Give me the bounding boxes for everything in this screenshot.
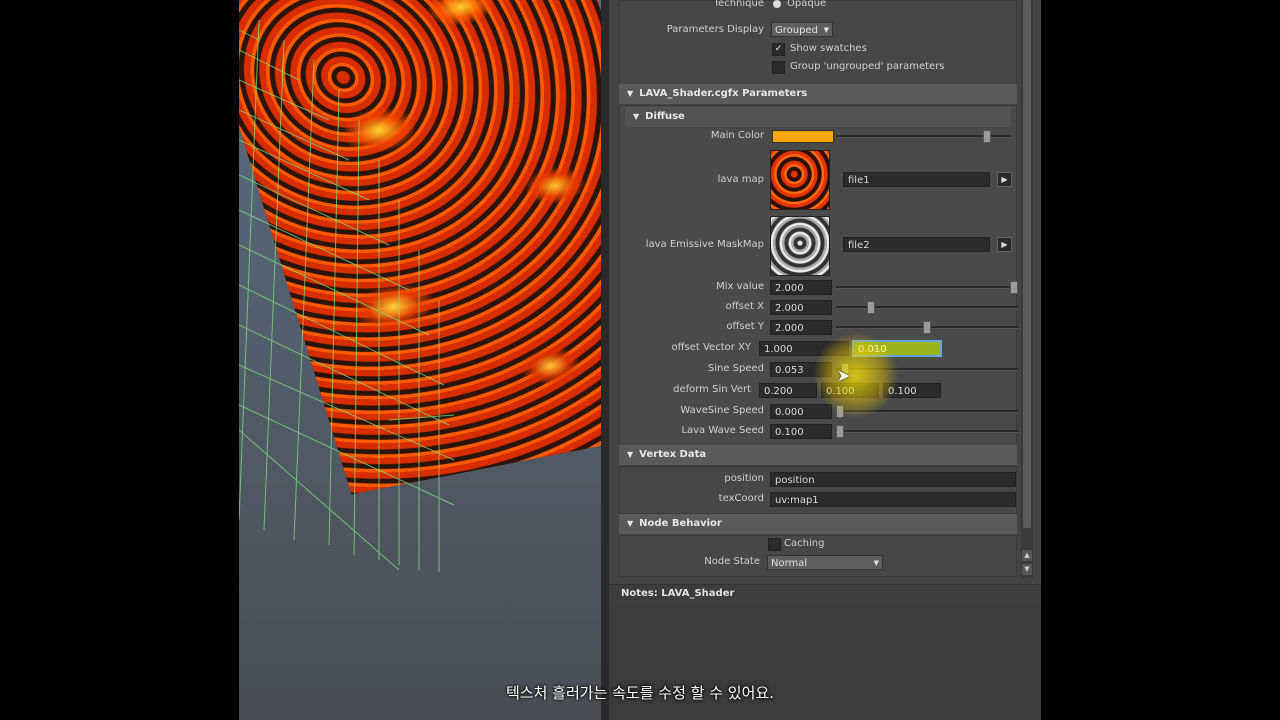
lava-map-file-field[interactable]: file1 [843, 172, 990, 187]
lava-wave-seed-slider-knob[interactable] [836, 425, 844, 438]
panel-splitter[interactable] [601, 0, 609, 720]
node-state-value: Normal [771, 558, 808, 569]
offset-x-label: offset X [725, 301, 764, 312]
chevron-down-icon: ▼ [873, 559, 879, 567]
offset-vector-x-field[interactable]: 1.000 [759, 341, 849, 356]
mix-value-label: Mix value [716, 281, 764, 292]
video-subtitle: 텍스처 흘러가는 속도를 수정 할 수 있어요. [506, 684, 774, 702]
deform-sin-vert-label: deform Sin Vert [673, 384, 751, 395]
technique-value: Opaque [787, 0, 827, 9]
lava-map-label: lava map [717, 174, 764, 185]
deform-sin-vert-b-field[interactable]: 0.100 [821, 383, 879, 398]
chevron-down-icon: ▼ [823, 26, 829, 34]
offset-vector-y-field[interactable]: 0.010 [852, 340, 942, 357]
texcoord-label: texCoord [718, 493, 764, 504]
main-color-swatch[interactable] [772, 130, 834, 143]
params-display-value: Grouped [775, 25, 818, 36]
emissive-map-file-field[interactable]: file2 [843, 237, 990, 252]
main-color-slider-knob[interactable] [982, 130, 991, 143]
mouse-cursor-icon: ➤ [837, 366, 851, 385]
collapse-arrow-icon: ▼ [627, 450, 634, 459]
section-diffuse-title: Diffuse [645, 111, 685, 122]
technique-radio[interactable] [773, 0, 781, 8]
map-button-icon[interactable]: ▶ [997, 237, 1012, 252]
caching-checkbox[interactable] [768, 538, 781, 551]
texcoord-field[interactable]: uv:map1 [770, 492, 1016, 507]
notes-title: Notes: LAVA_Shader [621, 588, 735, 599]
section-node-behavior-title: Node Behavior [639, 518, 722, 529]
show-swatches-checkbox[interactable]: ✓ [772, 43, 785, 56]
wavesine-speed-label: WaveSine Speed [680, 405, 764, 416]
wavesine-speed-field[interactable]: 0.000 [770, 404, 832, 419]
sine-speed-label: Sine Speed [707, 363, 764, 374]
emissive-map-thumbnail[interactable] [770, 216, 830, 276]
lava-wave-seed-label: Lava Wave Seed [681, 425, 764, 436]
scroll-down-icon[interactable]: ▼ [1022, 564, 1032, 575]
lava-wave-seed-field[interactable]: 0.100 [770, 424, 832, 439]
collapse-arrow-icon: ▼ [627, 89, 634, 98]
collapse-arrow-icon: ▼ [627, 519, 634, 528]
params-display-label: Parameters Display [666, 24, 764, 35]
wavesine-speed-slider[interactable] [836, 405, 1018, 418]
technique-label: Technique [713, 0, 764, 9]
mix-value-field[interactable]: 2.000 [770, 280, 832, 295]
sine-speed-slider[interactable] [836, 363, 1018, 376]
app-frame: Technique Opaque Parameters Display Grou… [239, 0, 1041, 720]
notes-header: Notes: LAVA_Shader [609, 584, 1041, 603]
offset-vector-label: offset Vector XY [671, 342, 751, 353]
mix-value-slider[interactable] [836, 281, 1018, 294]
section-vertex-data[interactable]: ▼ Vertex Data [619, 445, 1017, 465]
main-color-label: Main Color [710, 130, 764, 141]
offset-y-slider-knob[interactable] [923, 321, 931, 334]
position-field[interactable]: position [770, 472, 1016, 487]
show-swatches-label: Show swatches [790, 43, 867, 54]
offset-y-label: offset Y [726, 321, 764, 332]
deform-sin-vert-a-field[interactable]: 0.200 [759, 383, 817, 398]
scroll-up-icon[interactable]: ▲ [1022, 550, 1032, 561]
section-vertex-data-title: Vertex Data [639, 449, 707, 460]
attribute-scrollbar[interactable]: ▲ ▼ [1021, 0, 1033, 578]
lava-map-thumbnail[interactable] [770, 150, 830, 210]
mix-value-slider-knob[interactable] [1010, 281, 1018, 294]
offset-y-slider[interactable] [836, 321, 1018, 334]
attribute-content: Technique Opaque Parameters Display Grou… [619, 0, 1019, 580]
section-diffuse[interactable]: ▼ Diffuse [625, 107, 1011, 127]
emissive-map-label: lava Emissive MaskMap [645, 239, 764, 250]
section-shader-params[interactable]: ▼ LAVA_Shader.cgfx Parameters [619, 84, 1017, 104]
caching-label: Caching [784, 538, 825, 549]
position-label: position [724, 473, 764, 484]
params-display-dropdown[interactable]: Grouped ▼ [771, 22, 833, 37]
sine-speed-field[interactable]: 0.053 [770, 362, 832, 377]
section-shader-title: LAVA_Shader.cgfx Parameters [639, 88, 808, 99]
offset-x-slider-knob[interactable] [866, 301, 875, 314]
main-color-slider[interactable] [836, 130, 1011, 143]
uv-grid-overlay [239, 19, 455, 572]
attribute-editor: Technique Opaque Parameters Display Grou… [609, 0, 1041, 720]
node-state-dropdown[interactable]: Normal ▼ [767, 555, 883, 570]
group-ungrouped-label: Group 'ungrouped' parameters [790, 61, 945, 72]
section-node-behavior[interactable]: ▼ Node Behavior [619, 514, 1017, 534]
viewport-3d[interactable] [239, 0, 601, 720]
lava-wave-seed-slider[interactable] [836, 425, 1018, 438]
group-ungrouped-checkbox[interactable] [772, 61, 785, 74]
offset-x-field[interactable]: 2.000 [770, 300, 832, 315]
wavesine-speed-slider-knob[interactable] [836, 405, 844, 418]
collapse-arrow-icon: ▼ [633, 112, 640, 121]
offset-y-field[interactable]: 2.000 [770, 320, 832, 335]
offset-x-slider[interactable] [836, 301, 1018, 314]
node-state-label: Node State [704, 556, 760, 567]
deform-sin-vert-c-field[interactable]: 0.100 [883, 383, 941, 398]
scrollbar-thumb[interactable] [1023, 0, 1031, 528]
map-button-icon[interactable]: ▶ [997, 172, 1012, 187]
